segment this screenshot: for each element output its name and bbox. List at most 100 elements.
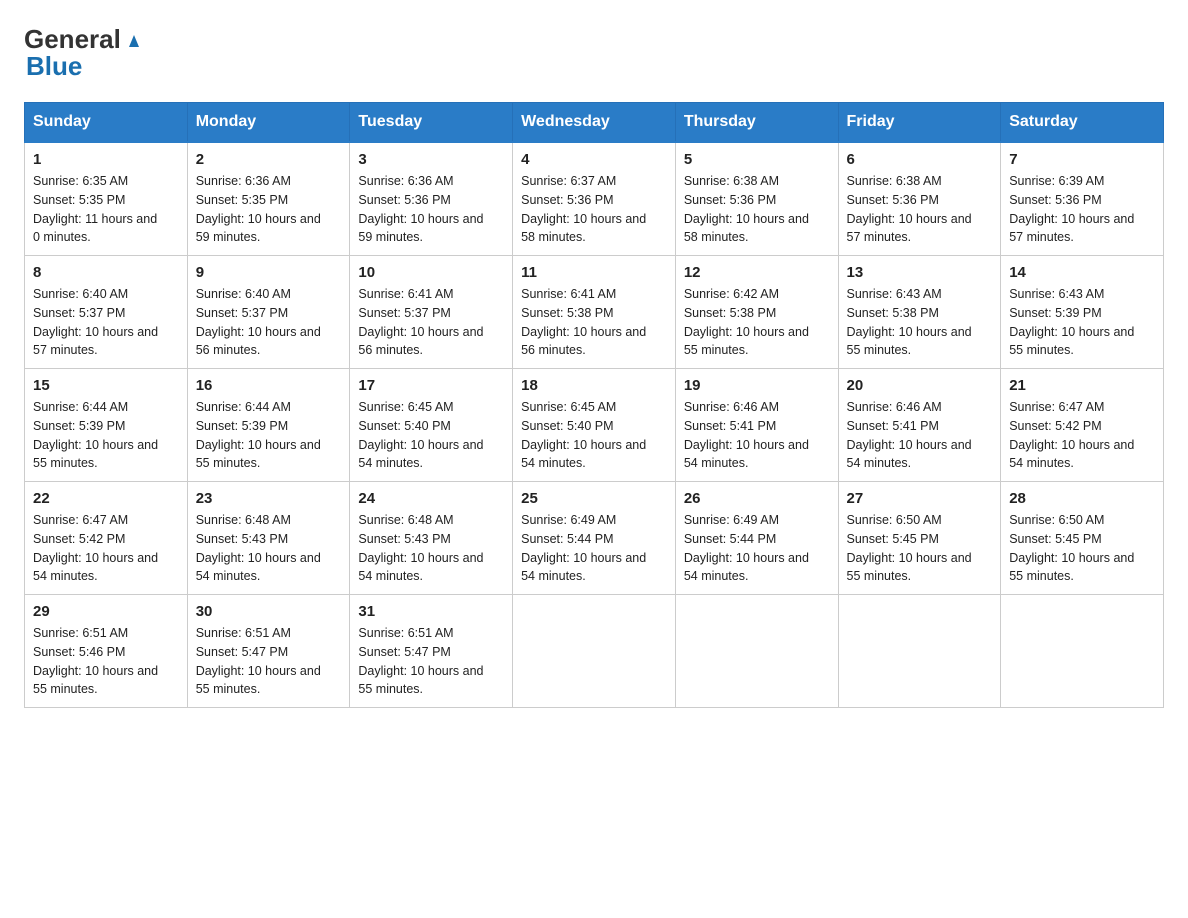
logo-triangle-icon — [123, 29, 145, 51]
day-number: 9 — [196, 264, 342, 281]
day-info: Sunrise: 6:39 AM Sunset: 5:36 PM Dayligh… — [1009, 172, 1155, 247]
day-number: 10 — [358, 264, 504, 281]
day-cell: 31 Sunrise: 6:51 AM Sunset: 5:47 PM Dayl… — [350, 595, 513, 708]
day-cell: 22 Sunrise: 6:47 AM Sunset: 5:42 PM Dayl… — [25, 482, 188, 595]
day-cell: 28 Sunrise: 6:50 AM Sunset: 5:45 PM Dayl… — [1001, 482, 1164, 595]
day-info: Sunrise: 6:51 AM Sunset: 5:46 PM Dayligh… — [33, 624, 179, 699]
week-row-5: 29 Sunrise: 6:51 AM Sunset: 5:46 PM Dayl… — [25, 595, 1164, 708]
day-number: 29 — [33, 603, 179, 620]
day-info: Sunrise: 6:48 AM Sunset: 5:43 PM Dayligh… — [196, 511, 342, 586]
day-cell: 18 Sunrise: 6:45 AM Sunset: 5:40 PM Dayl… — [513, 369, 676, 482]
day-number: 2 — [196, 151, 342, 168]
day-info: Sunrise: 6:50 AM Sunset: 5:45 PM Dayligh… — [847, 511, 993, 586]
day-cell: 12 Sunrise: 6:42 AM Sunset: 5:38 PM Dayl… — [675, 256, 838, 369]
header-wednesday: Wednesday — [513, 103, 676, 143]
header-saturday: Saturday — [1001, 103, 1164, 143]
day-cell: 13 Sunrise: 6:43 AM Sunset: 5:38 PM Dayl… — [838, 256, 1001, 369]
day-number: 5 — [684, 151, 830, 168]
day-number: 21 — [1009, 377, 1155, 394]
day-cell: 26 Sunrise: 6:49 AM Sunset: 5:44 PM Dayl… — [675, 482, 838, 595]
day-cell: 7 Sunrise: 6:39 AM Sunset: 5:36 PM Dayli… — [1001, 142, 1164, 256]
day-cell: 2 Sunrise: 6:36 AM Sunset: 5:35 PM Dayli… — [187, 142, 350, 256]
day-info: Sunrise: 6:41 AM Sunset: 5:38 PM Dayligh… — [521, 285, 667, 360]
day-info: Sunrise: 6:48 AM Sunset: 5:43 PM Dayligh… — [358, 511, 504, 586]
day-number: 14 — [1009, 264, 1155, 281]
day-cell: 24 Sunrise: 6:48 AM Sunset: 5:43 PM Dayl… — [350, 482, 513, 595]
day-info: Sunrise: 6:42 AM Sunset: 5:38 PM Dayligh… — [684, 285, 830, 360]
day-number: 13 — [847, 264, 993, 281]
day-info: Sunrise: 6:36 AM Sunset: 5:36 PM Dayligh… — [358, 172, 504, 247]
header-thursday: Thursday — [675, 103, 838, 143]
day-number: 7 — [1009, 151, 1155, 168]
day-info: Sunrise: 6:47 AM Sunset: 5:42 PM Dayligh… — [33, 511, 179, 586]
day-cell: 6 Sunrise: 6:38 AM Sunset: 5:36 PM Dayli… — [838, 142, 1001, 256]
day-info: Sunrise: 6:47 AM Sunset: 5:42 PM Dayligh… — [1009, 398, 1155, 473]
weekday-header-row: SundayMondayTuesdayWednesdayThursdayFrid… — [25, 103, 1164, 143]
day-cell: 25 Sunrise: 6:49 AM Sunset: 5:44 PM Dayl… — [513, 482, 676, 595]
day-number: 17 — [358, 377, 504, 394]
day-cell — [1001, 595, 1164, 708]
week-row-4: 22 Sunrise: 6:47 AM Sunset: 5:42 PM Dayl… — [25, 482, 1164, 595]
day-cell — [838, 595, 1001, 708]
day-cell: 21 Sunrise: 6:47 AM Sunset: 5:42 PM Dayl… — [1001, 369, 1164, 482]
day-number: 19 — [684, 377, 830, 394]
day-cell: 17 Sunrise: 6:45 AM Sunset: 5:40 PM Dayl… — [350, 369, 513, 482]
day-cell: 1 Sunrise: 6:35 AM Sunset: 5:35 PM Dayli… — [25, 142, 188, 256]
day-info: Sunrise: 6:37 AM Sunset: 5:36 PM Dayligh… — [521, 172, 667, 247]
day-info: Sunrise: 6:43 AM Sunset: 5:38 PM Dayligh… — [847, 285, 993, 360]
day-cell: 29 Sunrise: 6:51 AM Sunset: 5:46 PM Dayl… — [25, 595, 188, 708]
day-cell: 27 Sunrise: 6:50 AM Sunset: 5:45 PM Dayl… — [838, 482, 1001, 595]
day-cell: 20 Sunrise: 6:46 AM Sunset: 5:41 PM Dayl… — [838, 369, 1001, 482]
day-number: 30 — [196, 603, 342, 620]
day-number: 18 — [521, 377, 667, 394]
day-number: 27 — [847, 490, 993, 507]
day-cell: 9 Sunrise: 6:40 AM Sunset: 5:37 PM Dayli… — [187, 256, 350, 369]
day-cell: 8 Sunrise: 6:40 AM Sunset: 5:37 PM Dayli… — [25, 256, 188, 369]
day-info: Sunrise: 6:40 AM Sunset: 5:37 PM Dayligh… — [33, 285, 179, 360]
header-tuesday: Tuesday — [350, 103, 513, 143]
day-info: Sunrise: 6:44 AM Sunset: 5:39 PM Dayligh… — [33, 398, 179, 473]
header-sunday: Sunday — [25, 103, 188, 143]
day-cell — [675, 595, 838, 708]
day-info: Sunrise: 6:41 AM Sunset: 5:37 PM Dayligh… — [358, 285, 504, 360]
day-number: 26 — [684, 490, 830, 507]
day-info: Sunrise: 6:35 AM Sunset: 5:35 PM Dayligh… — [33, 172, 179, 247]
header-monday: Monday — [187, 103, 350, 143]
day-number: 1 — [33, 151, 179, 168]
header-friday: Friday — [838, 103, 1001, 143]
day-number: 12 — [684, 264, 830, 281]
week-row-2: 8 Sunrise: 6:40 AM Sunset: 5:37 PM Dayli… — [25, 256, 1164, 369]
day-cell: 15 Sunrise: 6:44 AM Sunset: 5:39 PM Dayl… — [25, 369, 188, 482]
day-cell: 14 Sunrise: 6:43 AM Sunset: 5:39 PM Dayl… — [1001, 256, 1164, 369]
day-info: Sunrise: 6:40 AM Sunset: 5:37 PM Dayligh… — [196, 285, 342, 360]
day-info: Sunrise: 6:43 AM Sunset: 5:39 PM Dayligh… — [1009, 285, 1155, 360]
day-number: 24 — [358, 490, 504, 507]
page-header: General Blue — [24, 24, 1164, 82]
logo: General Blue — [24, 24, 145, 82]
day-number: 4 — [521, 151, 667, 168]
day-cell: 5 Sunrise: 6:38 AM Sunset: 5:36 PM Dayli… — [675, 142, 838, 256]
day-cell: 19 Sunrise: 6:46 AM Sunset: 5:41 PM Dayl… — [675, 369, 838, 482]
day-cell: 4 Sunrise: 6:37 AM Sunset: 5:36 PM Dayli… — [513, 142, 676, 256]
week-row-3: 15 Sunrise: 6:44 AM Sunset: 5:39 PM Dayl… — [25, 369, 1164, 482]
day-cell: 30 Sunrise: 6:51 AM Sunset: 5:47 PM Dayl… — [187, 595, 350, 708]
day-number: 16 — [196, 377, 342, 394]
day-info: Sunrise: 6:46 AM Sunset: 5:41 PM Dayligh… — [684, 398, 830, 473]
day-info: Sunrise: 6:51 AM Sunset: 5:47 PM Dayligh… — [196, 624, 342, 699]
day-number: 15 — [33, 377, 179, 394]
calendar-table: SundayMondayTuesdayWednesdayThursdayFrid… — [24, 102, 1164, 708]
day-number: 23 — [196, 490, 342, 507]
day-cell: 11 Sunrise: 6:41 AM Sunset: 5:38 PM Dayl… — [513, 256, 676, 369]
day-info: Sunrise: 6:38 AM Sunset: 5:36 PM Dayligh… — [684, 172, 830, 247]
day-info: Sunrise: 6:44 AM Sunset: 5:39 PM Dayligh… — [196, 398, 342, 473]
day-number: 11 — [521, 264, 667, 281]
logo-blue-text: Blue — [26, 51, 82, 82]
day-number: 3 — [358, 151, 504, 168]
day-number: 22 — [33, 490, 179, 507]
day-number: 25 — [521, 490, 667, 507]
day-number: 8 — [33, 264, 179, 281]
day-cell: 16 Sunrise: 6:44 AM Sunset: 5:39 PM Dayl… — [187, 369, 350, 482]
day-info: Sunrise: 6:45 AM Sunset: 5:40 PM Dayligh… — [358, 398, 504, 473]
day-info: Sunrise: 6:50 AM Sunset: 5:45 PM Dayligh… — [1009, 511, 1155, 586]
day-cell: 3 Sunrise: 6:36 AM Sunset: 5:36 PM Dayli… — [350, 142, 513, 256]
